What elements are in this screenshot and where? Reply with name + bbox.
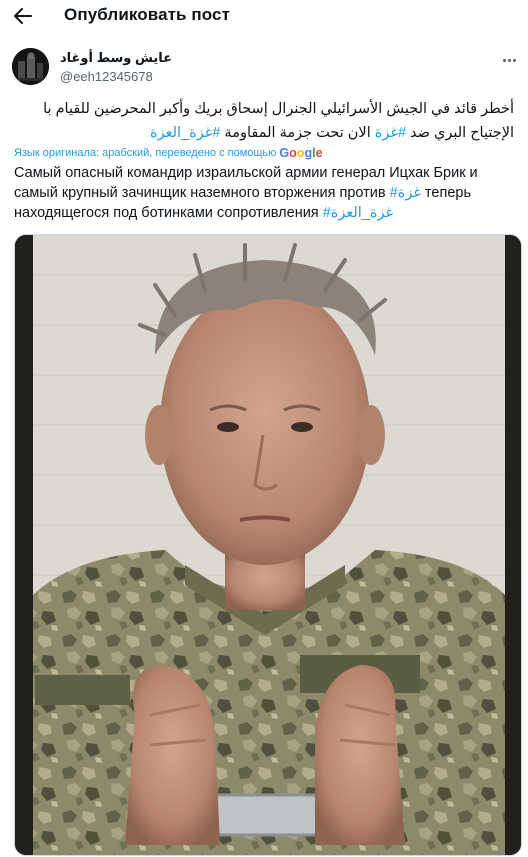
author-display-name[interactable]: عايش وسط أوغاد (60, 50, 172, 66)
hashtag-link[interactable]: #غزة_العزة (323, 205, 393, 221)
photo-image (15, 235, 521, 855)
hashtag-link[interactable]: #غزة_العزة (150, 125, 220, 141)
original-text-segment: الان تحت جزمة المقاومة (220, 125, 375, 141)
google-logo: Google (279, 146, 323, 160)
post-author: عايش وسط أوغاد @eeh12345678 (12, 44, 522, 88)
page-title: Опубликовать пост (64, 5, 231, 24)
back-button[interactable] (10, 4, 36, 28)
top-bar: Опубликовать пост (0, 0, 528, 32)
hashtag-link[interactable]: #غزة (375, 125, 406, 141)
post-photo[interactable] (14, 234, 522, 856)
avatar[interactable] (12, 48, 49, 85)
more-dot (507, 58, 511, 62)
post-text-translated: Самый опасный командир израильской армии… (14, 163, 514, 223)
arrow-left-icon (14, 8, 32, 24)
more-dot (512, 58, 516, 62)
more-options-button[interactable] (498, 52, 520, 68)
original-text-line: أخطر قائد في الجيش الأسرائيلي الجنرال إس… (43, 101, 514, 117)
translation-note[interactable]: Язык оригинала: арабский, переведено с п… (14, 146, 323, 160)
author-handle[interactable]: @eeh12345678 (60, 69, 153, 84)
post-text-original: أخطر قائد في الجيش الأسرائيلي الجنرال إس… (14, 97, 514, 145)
original-text-line: الإجتياح البري ضد #غزة الان تحت جزمة الم… (14, 121, 514, 145)
original-text-segment: الإجتياح البري ضد (406, 125, 514, 141)
hashtag-link[interactable]: #غزة (390, 185, 421, 201)
more-dot (502, 58, 506, 62)
translation-note-text: Язык оригинала: арабский, переведено с п… (14, 147, 277, 159)
